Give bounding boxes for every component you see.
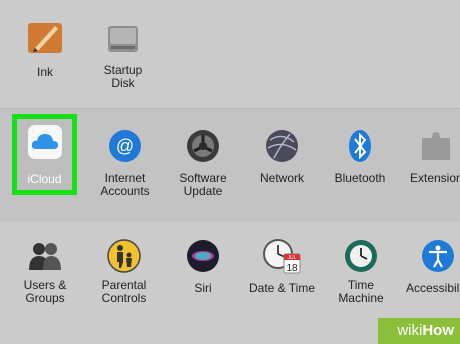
time-machine-pane[interactable]: Time Machine	[325, 238, 397, 318]
siri-icon	[187, 240, 219, 272]
time-machine-label: Time Machine	[338, 278, 384, 305]
icloud-label: iCloud	[27, 172, 62, 186]
parental-controls-pane[interactable]: Parental Controls	[88, 238, 160, 318]
wikihow-watermark: wikiHow	[378, 318, 460, 344]
parental-controls-label: Parental Controls	[101, 278, 147, 305]
network-icon	[266, 130, 298, 162]
accessibility-label: Accessibility	[406, 281, 460, 295]
software-update-label: Software Update	[179, 171, 227, 198]
accessibility-pane[interactable]: Accessibility	[404, 238, 460, 318]
network-pane[interactable]: Network	[246, 128, 318, 208]
users-groups-label: Users & Groups	[23, 278, 67, 305]
ink-label: Ink	[36, 65, 53, 79]
ink-icon	[28, 23, 62, 53]
startup-disk-pane[interactable]: Startup Disk	[88, 20, 158, 100]
svg-text:@: @	[116, 136, 134, 156]
network-label: Network	[259, 171, 304, 185]
extensions-label: Extensions	[410, 171, 460, 185]
watermark-suffix: How	[422, 322, 454, 339]
extensions-icon	[422, 132, 450, 160]
software-update-pane[interactable]: Software Update	[167, 128, 239, 208]
date-time-icon: JUL 18	[263, 239, 301, 274]
date-time-label: Date & Time	[248, 281, 316, 295]
bluetooth-pane[interactable]: Bluetooth	[324, 128, 396, 208]
accessibility-icon	[422, 240, 454, 272]
startup-disk-label: Startup Disk	[103, 63, 143, 90]
users-groups-pane[interactable]: Users & Groups	[10, 238, 80, 318]
icloud-pane[interactable]: iCloud	[12, 114, 77, 195]
time-machine-icon	[345, 240, 377, 272]
software-update-icon	[187, 130, 219, 162]
siri-pane[interactable]: Siri	[167, 238, 239, 318]
calendar-month: JUL	[288, 255, 297, 261]
startup-disk-icon	[108, 26, 138, 52]
watermark-prefix: wiki	[397, 322, 423, 339]
parental-controls-icon	[107, 239, 141, 273]
calendar-day: 18	[286, 263, 298, 274]
ink-pane[interactable]: Ink	[10, 20, 80, 100]
users-groups-icon	[29, 243, 61, 270]
extensions-pane[interactable]: Extensions	[404, 128, 460, 208]
internet-accounts-label: Internet Accounts	[100, 171, 150, 198]
internet-accounts-pane[interactable]: @ Internet Accounts	[89, 128, 161, 208]
icloud-icon	[27, 125, 62, 159]
bluetooth-icon	[349, 130, 371, 162]
bluetooth-label: Bluetooth	[334, 171, 386, 185]
internet-accounts-icon: @	[109, 130, 141, 162]
siri-label: Siri	[194, 281, 212, 295]
date-time-pane[interactable]: JUL 18 Date & Time	[244, 238, 320, 318]
